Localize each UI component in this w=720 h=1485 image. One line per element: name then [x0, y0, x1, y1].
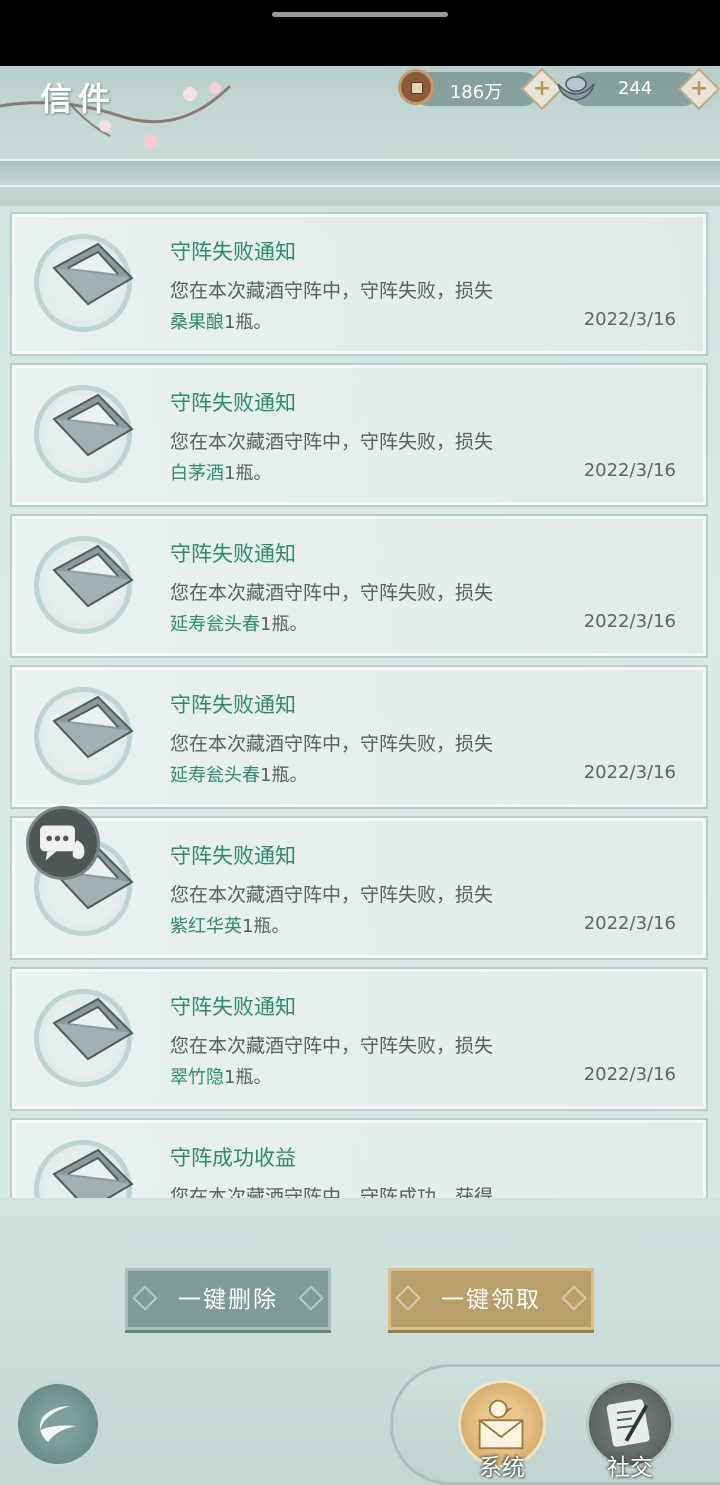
envelope-icon: [46, 993, 136, 1073]
mail-body: 您在本次藏酒守阵中，守阵失败，损失: [170, 431, 494, 453]
notch-pill: [272, 12, 448, 17]
button-ornament: [395, 1285, 421, 1311]
mail-item-line: 白茅酒1瓶。: [170, 459, 271, 485]
mail-item-line: 桑果酿1瓶。: [170, 308, 271, 334]
mail-item-suffix: 1瓶。: [242, 916, 290, 937]
mail-date: 2022/3/16: [583, 309, 676, 330]
mail-body: 您在本次藏酒守阵中，守阵成功，获得: [170, 1186, 494, 1198]
mail-item-name: 翠竹隐: [170, 1067, 224, 1088]
floating-chat-button[interactable]: [26, 806, 100, 880]
mail-body: 您在本次藏酒守阵中，守阵失败，损失: [170, 884, 494, 906]
silver-ingot-icon: [557, 76, 595, 101]
mail-title: 守阵失败通知: [170, 542, 296, 566]
chat-icon: [40, 825, 85, 861]
mail-item-line: 翠竹隐1瓶。: [170, 1063, 271, 1089]
page-title: 信件: [40, 80, 117, 118]
envelope-icon: [46, 691, 136, 771]
mail-card[interactable]: 守阵失败通知 您在本次藏酒守阵中，守阵失败，损失 桑果酿1瓶。 2022/3/16: [10, 212, 708, 356]
mail-date: 2022/3/16: [583, 611, 676, 632]
header-divider-band: [0, 159, 720, 187]
button-ornament: [132, 1285, 158, 1311]
mail-item-line: 延寿瓮头春1瓶。: [170, 610, 307, 636]
envelope-icon: [46, 238, 136, 318]
mail-title: 守阵失败通知: [170, 844, 296, 868]
back-arrow-icon: [40, 1406, 76, 1442]
mail-body: 您在本次藏酒守阵中，守阵失败，损失: [170, 280, 494, 302]
mail-title: 守阵成功收益: [170, 1146, 296, 1170]
envelope-icon: [46, 540, 136, 620]
back-button[interactable]: [14, 1380, 102, 1468]
mail-item-suffix: 1瓶。: [260, 614, 308, 635]
mail-item-name: 紫红华英: [170, 916, 242, 937]
mail-item-line: 延寿瓮头春1瓶。: [170, 761, 307, 787]
delete-all-button[interactable]: 一键删除: [125, 1268, 331, 1330]
mail-item-suffix: 1瓶。: [260, 765, 308, 786]
mail-body: 您在本次藏酒守阵中，守阵失败，损失: [170, 582, 494, 604]
mail-item-name: 桑果酿: [170, 312, 224, 333]
mail-date: 2022/3/16: [583, 762, 676, 783]
button-ornament: [561, 1285, 587, 1311]
envelope-icon: [46, 389, 136, 469]
mail-item-suffix: 1瓶。: [224, 1067, 272, 1088]
plum-branch-decoration: [0, 82, 232, 149]
mail-title: 守阵失败通知: [170, 995, 296, 1019]
mail-date: 2022/3/16: [583, 913, 676, 934]
copper-coin-icon: [398, 69, 434, 105]
mail-title: 守阵失败通知: [170, 391, 296, 415]
mail-body: 您在本次藏酒守阵中，守阵失败，损失: [170, 1035, 494, 1057]
mail-card[interactable]: 守阵失败通知 您在本次藏酒守阵中，守阵失败，损失 延寿瓮头春1瓶。 2022/3/16: [10, 665, 708, 809]
mail-title: 守阵失败通知: [170, 240, 296, 264]
envelope-icon: [46, 1144, 136, 1198]
status-bar: [0, 0, 720, 66]
mail-item-name: 延寿瓮头春: [170, 614, 260, 635]
header: 信件 186万 + 244 +: [0, 66, 720, 206]
mail-date: 2022/3/16: [583, 460, 676, 481]
claim-all-label: 一键领取: [441, 1287, 541, 1313]
mail-list[interactable]: 守阵失败通知 您在本次藏酒守阵中，守阵失败，损失 桑果酿1瓶。 2022/3/16 守阵…: [10, 212, 708, 1198]
mail-date: 2022/3/16: [583, 1064, 676, 1085]
mail-card[interactable]: 守阵失败通知 您在本次藏酒守阵中，守阵失败，损失 紫红华英1瓶。 2022/3/16: [10, 816, 708, 960]
mail-card[interactable]: 守阵失败通知 您在本次藏酒守阵中，守阵失败，损失 延寿瓮头春1瓶。 2022/3/16: [10, 514, 708, 658]
mail-item-line: 紫红华英1瓶。: [170, 912, 289, 938]
mail-card[interactable]: 守阵失败通知 您在本次藏酒守阵中，守阵失败，损失 白茅酒1瓶。 2022/3/16: [10, 363, 708, 507]
mail-card[interactable]: 守阵失败通知 您在本次藏酒守阵中，守阵失败，损失 翠竹隐1瓶。 2022/3/16: [10, 967, 708, 1111]
mail-title: 守阵失败通知: [170, 693, 296, 717]
tab-system-label: 系统: [479, 1455, 525, 1481]
mail-item-name: 延寿瓮头春: [170, 765, 260, 786]
delete-all-label: 一键删除: [178, 1287, 278, 1313]
mail-item-name: 白茅酒: [170, 463, 224, 484]
mail-item-suffix: 1瓶。: [224, 312, 272, 333]
mail-body: 您在本次藏酒守阵中，守阵失败，损失: [170, 733, 494, 755]
button-ornament: [298, 1285, 324, 1311]
claim-all-button[interactable]: 一键领取: [388, 1268, 594, 1330]
mail-item-suffix: 1瓶。: [224, 463, 272, 484]
mail-card[interactable]: 守阵成功收益您在本次藏酒守阵中，守阵成功，获得: [10, 1118, 708, 1198]
tab-social-label: 社交: [607, 1455, 653, 1481]
